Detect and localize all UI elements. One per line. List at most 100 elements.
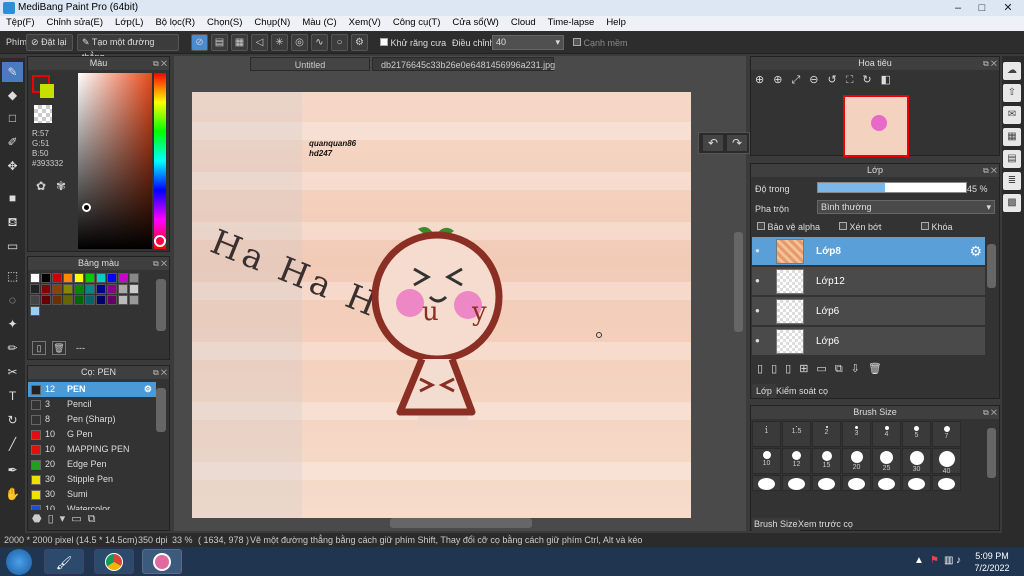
brush-size-cell[interactable]: 10 [752, 448, 781, 474]
clip-checkbox[interactable]: Xén bớt [839, 222, 881, 232]
tray-network-icon[interactable]: ▥ [944, 555, 953, 566]
brush-list-item[interactable]: 12 PEN ⚙ [28, 382, 156, 397]
brush-settings-icon[interactable]: ⚙ [144, 382, 152, 397]
eye-icon[interactable]: ● [755, 276, 760, 285]
palette-swatch[interactable] [118, 273, 128, 283]
brush-list-scrollbar[interactable] [156, 388, 166, 432]
operation-tool-icon[interactable]: ↻ [2, 410, 23, 430]
canvas-horizontal-scrollbar[interactable] [390, 518, 532, 528]
rotate-left-icon[interactable]: ↺ [827, 74, 845, 86]
palette-swatch[interactable] [129, 284, 139, 294]
adjust-field[interactable]: 40 ▾ [492, 35, 564, 50]
layer-row[interactable]: ● Lớp8 ⚙ [752, 237, 985, 266]
brush-tool-icon[interactable]: ✎ [2, 62, 23, 82]
antialias-check[interactable] [380, 38, 388, 46]
palette-swatch[interactable] [30, 295, 40, 305]
select-eraser-icon[interactable]: ✂ [2, 362, 23, 382]
palette-swatch[interactable] [118, 295, 128, 305]
chat-icon[interactable]: ✉ [1003, 106, 1021, 124]
layer-list-icon[interactable]: ≣ [1003, 172, 1021, 190]
tab-untitled[interactable]: Untitled [250, 57, 370, 71]
menu-select[interactable]: Chọn(S) [201, 16, 248, 31]
brush-size-cell[interactable]: 4 [872, 421, 901, 447]
minimize-button[interactable]: – [946, 0, 970, 16]
antialias-checkbox[interactable]: Khử răng cưa [380, 38, 446, 48]
panel-menu-icon[interactable]: ⧉ ✕ [983, 57, 997, 70]
perspective-icon[interactable]: ◁ [251, 34, 268, 51]
tiles-icon[interactable]: ▩ [1003, 194, 1021, 212]
layer-row[interactable]: ● Lớp12 [752, 267, 985, 296]
dot-tool-icon[interactable]: ✐ [2, 132, 23, 152]
radial-ruler-icon[interactable]: ✳ [271, 34, 288, 51]
select-pen-icon[interactable]: ✏ [2, 338, 23, 358]
brush-list-item[interactable]: 20 Edge Pen [28, 457, 156, 472]
opacity-slider[interactable] [817, 182, 967, 193]
color-wheel-icon[interactable]: ✾ [56, 179, 70, 193]
cloud-icon[interactable]: ☁ [1003, 62, 1021, 80]
palette-swatch[interactable] [30, 306, 40, 316]
palette-swatch[interactable] [107, 295, 117, 305]
palette-swatch[interactable] [74, 284, 84, 294]
eye-icon[interactable]: ● [755, 336, 760, 345]
lock-checkbox[interactable]: Khóa [921, 222, 953, 232]
divide-tool-icon[interactable]: ╱ [2, 434, 23, 454]
palette-icon[interactable]: ✿ [36, 179, 50, 193]
delete-layer-icon[interactable]: 🗑 [868, 363, 890, 375]
drawing-canvas[interactable]: quanquan86 hd247 Ha Ha Ha u y [192, 92, 691, 518]
clip-check[interactable] [839, 222, 847, 230]
bucket-tool-icon[interactable]: ⛾ [2, 212, 23, 232]
add-layer-menu-icon[interactable]: ⊞ [799, 363, 816, 375]
menu-view[interactable]: Xem(V) [343, 16, 387, 31]
layers-scrollbar[interactable] [987, 244, 996, 288]
brush-size-cell[interactable]: 25 [872, 448, 901, 474]
menu-edit[interactable]: Chỉnh sửa(E) [41, 16, 110, 31]
protect-alpha-check[interactable] [757, 222, 765, 230]
protect-alpha-checkbox[interactable]: Bảo vệ alpha [757, 222, 820, 232]
eye-icon[interactable]: ● [755, 246, 760, 255]
brush-copy-icon[interactable]: ⧉ [88, 513, 102, 525]
tab-brush-size[interactable]: Brush Size [752, 518, 800, 531]
brush-folder-icon[interactable]: ▭ [71, 513, 87, 525]
brush-list-item[interactable]: 8 Pen (Sharp) [28, 412, 156, 427]
brush-list-item[interactable]: 10 G Pen [28, 427, 156, 442]
layer-settings-icon[interactable]: ⚙ [969, 243, 982, 260]
hand-tool-icon[interactable]: ✋ [2, 484, 23, 504]
zoom-in-icon[interactable]: ⊕ [755, 74, 773, 86]
menu-color[interactable]: Màu (C) [296, 16, 342, 31]
curve-ruler-icon[interactable]: ∿ [311, 34, 328, 51]
palette-swatch[interactable] [30, 273, 40, 283]
gradient-tool-icon[interactable]: ▭ [2, 236, 23, 256]
palette-swatch[interactable] [52, 273, 62, 283]
brush-size-cell[interactable] [752, 475, 781, 491]
duplicate-layer-icon[interactable]: ⧉ [835, 363, 851, 375]
ellipse-ruler-icon[interactable]: ○ [331, 34, 348, 51]
palette-swatch[interactable] [63, 295, 73, 305]
fit-window-icon[interactable]: ⛶ [846, 74, 863, 86]
brush-size-cell[interactable] [902, 475, 931, 491]
lock-check[interactable] [921, 222, 929, 230]
zoom-out-icon[interactable]: ⊖ [809, 74, 827, 86]
panel-menu-icon[interactable]: ⧉ ✕ [153, 366, 167, 379]
panel-menu-icon[interactable]: ⧉ ✕ [153, 257, 167, 270]
delete-palette-icon[interactable]: 🗑 [52, 341, 66, 355]
panel-menu-icon[interactable]: ⧉ ✕ [983, 406, 997, 419]
undo-icon[interactable]: ↶ [703, 135, 723, 151]
concentric-ruler-icon[interactable]: ◎ [291, 34, 308, 51]
tab-brush-preview[interactable]: Xem trước cọ [796, 518, 855, 531]
palette-swatch[interactable] [74, 295, 84, 305]
rotate-right-icon[interactable]: ↻ [862, 74, 880, 86]
brush-size-cell[interactable]: 20 [842, 448, 871, 474]
brush-size-cell[interactable]: 40 [932, 448, 961, 475]
clock[interactable]: 5:09 PM 7/2/2022 [966, 550, 1018, 574]
brush-list-item[interactable]: 30 Stipple Pen [28, 472, 156, 487]
layer-row[interactable]: ● Lớp6 [752, 327, 985, 356]
brush-new-icon[interactable]: ▯ [48, 513, 60, 525]
brush-size-cell[interactable] [782, 475, 811, 491]
share-icon[interactable]: ⇧ [1003, 84, 1021, 102]
navigator-preview[interactable] [843, 95, 909, 157]
magic-wand-icon[interactable]: ✦ [2, 314, 23, 334]
tray-arrow-icon[interactable]: ▲ [914, 555, 924, 566]
edge-checkbox[interactable]: Cạnh mềm [573, 38, 628, 48]
flip-icon[interactable]: ◧ [881, 74, 900, 86]
new-palette-icon[interactable]: ▯ [32, 341, 46, 355]
